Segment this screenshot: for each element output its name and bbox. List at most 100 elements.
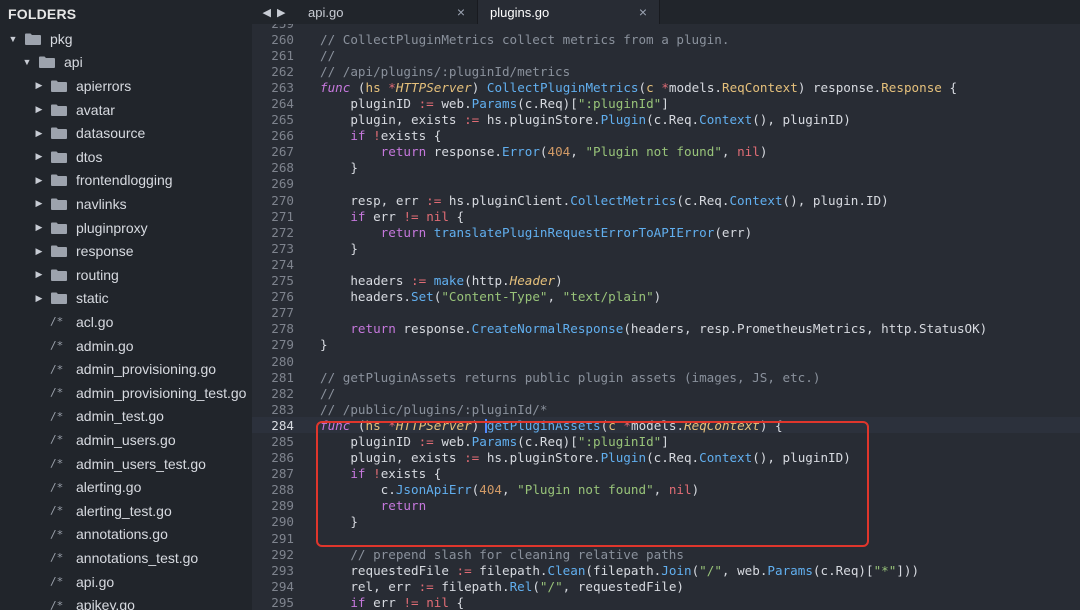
code-line[interactable]: 263 func (hs *HTTPServer) CollectPluginMe… [252,79,1080,95]
tree-file[interactable]: /* admin_test.go [0,405,252,429]
code-line[interactable]: 282 // [252,385,1080,401]
chevron-right-icon[interactable]: ▶ [34,198,44,209]
tree-file[interactable]: /* admin_users_test.go [0,452,252,476]
code-token: models. [630,417,685,433]
chevron-right-icon[interactable]: ▶ [34,246,44,256]
code-line[interactable]: 266 if !exists { [252,128,1080,144]
tab-api-go[interactable]: api.go × [296,0,478,24]
tree-file[interactable]: /* annotations.go [0,523,252,547]
code-line[interactable]: 270 resp, err := hs.pluginClient.Collect… [252,192,1080,208]
tree-folder-frontendlogging[interactable]: ▶ frontendlogging [0,169,252,193]
tree-folder-navlinks[interactable]: ▶ navlinks [0,192,252,216]
tree-folder-pluginproxy[interactable]: ▶ pluginproxy [0,216,252,240]
tree-file[interactable]: /* alerting_test.go [0,499,252,523]
code-line[interactable]: 284 func (hs *HTTPServer) getPluginAssets… [252,417,1080,434]
tree-folder-datasource[interactable]: ▶ datasource [0,121,252,145]
tree-folder-apierrors[interactable]: ▶ apierrors [0,74,252,98]
chevron-right-icon[interactable]: ▶ [34,128,44,138]
code-line[interactable]: 288 c.JsonApiErr(404, "Plugin not found"… [252,482,1080,498]
chevron-right-icon[interactable]: ▶ [34,269,44,280]
arrow-right-icon[interactable]: ▶ [277,6,285,19]
code-line[interactable]: 279} [252,337,1080,353]
code-line[interactable]: 293 requestedFile := filepath.Clean(file… [252,562,1080,578]
code-token: HTTPServer [395,417,472,433]
tree-folder-response[interactable]: ▶ response [0,239,252,263]
code-token: ( [532,578,540,594]
code-token: ) response. [797,79,882,95]
code-token: } [320,337,328,353]
tree-file[interactable]: /* apikey.go [0,593,252,610]
tree-folder-avatar[interactable]: ▶ avatar [0,98,252,122]
code-line[interactable]: 271 if err != nil { [252,208,1080,224]
code-line[interactable]: 276 headers.Set("Content-Type", "text/pl… [252,289,1080,305]
chevron-right-icon[interactable]: ▶ [34,222,44,233]
code-line[interactable]: 294 rel, err := filepath.Rel("/", reques… [252,578,1080,594]
code-token: , web. [721,562,768,578]
code-token: Params [471,433,518,449]
chevron-right-icon[interactable]: ▶ [34,104,44,115]
tree-folder-static[interactable]: ▶ static [0,287,252,311]
line-number: 261 [271,47,294,63]
tree-folder-api[interactable]: ▼ api [0,51,252,75]
code-line[interactable]: 261 // [252,47,1080,63]
line-number: 283 [271,401,294,417]
code-line[interactable]: 264 pluginID := web.Params(c.Req)[":plug… [252,95,1080,111]
code-line[interactable]: 292 // prepend slash for cleaning relati… [252,546,1080,562]
tree-file[interactable]: /* admin_provisioning.go [0,357,252,381]
arrow-left-icon[interactable]: ◀ [263,6,271,19]
code-line[interactable]: 281 // getPluginAssets returns public plu… [252,369,1080,385]
close-icon[interactable]: × [457,4,465,20]
code-line[interactable]: 289 return [252,498,1080,514]
code-editor[interactable]: 259260 // CollectPluginMetrics collect me… [252,24,1080,610]
code-line[interactable]: 275 headers := make(http.Header) [252,273,1080,289]
chevron-right-icon[interactable]: ▶ [34,293,44,303]
code-text: func (hs *HTTPServer) CollectPluginMetri… [320,80,957,95]
code-line[interactable]: 265 plugin, exists := hs.pluginStore.Plu… [252,112,1080,128]
code-line[interactable]: 262 // /api/plugins/:pluginId/metrics [252,63,1080,79]
code-line[interactable]: 287 if !exists { [252,466,1080,482]
code-line[interactable]: 267 return response.Error(404, "Plugin n… [252,144,1080,160]
close-icon[interactable]: × [639,4,647,20]
code-line[interactable]: 273 } [252,240,1080,256]
code-token: ":pluginId" [577,96,662,112]
chevron-down-icon[interactable]: ▼ [8,34,18,44]
tree-folder-dtos[interactable]: ▶ dtos [0,145,252,169]
tree-file[interactable]: /* acl.go [0,310,252,334]
code-line[interactable]: 280 [252,353,1080,369]
code-line[interactable]: 260 // CollectPluginMetrics collect metri… [252,31,1080,47]
code-line[interactable]: 278 return response.CreateNormalResponse… [252,321,1080,337]
tree-file[interactable]: /* alerting.go [0,475,252,499]
code-line[interactable]: 268 } [252,160,1080,176]
chevron-right-icon[interactable]: ▶ [34,175,44,185]
line-number: 271 [271,208,294,224]
chevron-right-icon[interactable]: ▶ [34,151,44,162]
chevron-down-icon[interactable]: ▼ [22,57,32,67]
code-line[interactable]: 269 [252,176,1080,192]
tree-file[interactable]: /* annotations_test.go [0,546,252,570]
tree-item-label: datasource [76,125,146,142]
code-line[interactable]: 291 [252,530,1080,546]
code-token: ":pluginId" [577,433,662,449]
tree-file[interactable]: /* admin_users.go [0,428,252,452]
code-line[interactable]: 274 [252,256,1080,272]
code-line[interactable]: 285 pluginID := web.Params(c.Req)[":plug… [252,433,1080,449]
code-line[interactable]: 283 // /public/plugins/:pluginId/* [252,401,1080,417]
tab-plugins-go[interactable]: plugins.go × [478,0,660,24]
code-line[interactable]: 286 plugin, exists := hs.pluginStore.Plu… [252,450,1080,466]
tree-file[interactable]: /* admin_provisioning_test.go [0,381,252,405]
code-token: { [941,79,958,95]
file-icon: /* [50,480,64,494]
tree-file[interactable]: /* admin.go [0,334,252,358]
tree-file[interactable]: /* api.go [0,570,252,594]
file-icon: /* [50,527,64,541]
tree-item-label: pluginproxy [76,219,148,236]
tree-folder-pkg[interactable]: ▼ pkg [0,27,252,51]
code-line[interactable]: 295 if err != nil { [252,594,1080,610]
chevron-right-icon[interactable]: ▶ [34,80,44,91]
code-token: web. [433,433,472,449]
code-line[interactable]: 290 } [252,514,1080,530]
code-line[interactable]: 277 [252,305,1080,321]
code-line[interactable]: 272 return translatePluginRequestErrorTo… [252,224,1080,240]
tree-folder-routing[interactable]: ▶ routing [0,263,252,287]
code-line[interactable]: 259 [252,24,1080,31]
